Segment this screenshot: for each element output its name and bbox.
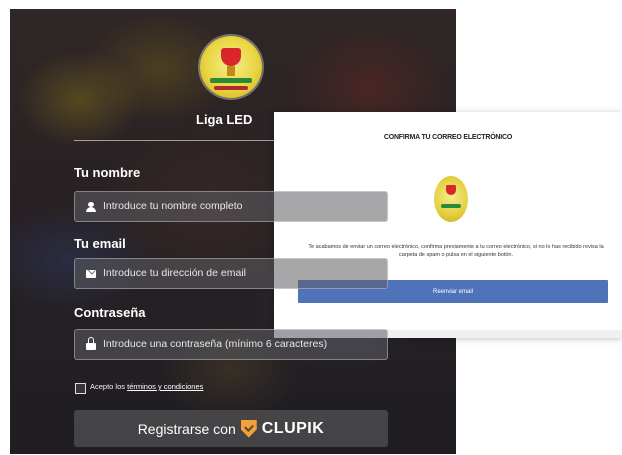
email-field[interactable]: Introduce tu dirección de email [74,258,388,289]
confirm-message: Te acabamos de enviar un correo electrón… [308,244,604,258]
terms-link[interactable]: términos y condiciones [127,382,203,391]
brand-name: Liga LED [196,112,253,127]
terms-text: Acepto los términos y condiciones [90,382,203,391]
clupik-shield-icon [241,420,257,438]
register-clupik-button[interactable]: Registrarse con CLUPIK [74,410,388,447]
name-placeholder: Introduce tu nombre completo [103,200,243,212]
terms-checkbox[interactable] [75,383,86,394]
email-label: Tu email [74,236,126,251]
register-label: Registrarse con [137,420,236,437]
liga-led-logo [200,36,262,98]
liga-led-logo-small [434,176,468,222]
name-label: Tu nombre [74,165,141,180]
clupik-wordmark: CLUPIK [261,419,325,437]
mail-icon [86,270,96,278]
password-label: Contraseña [74,305,146,320]
lock-icon [86,337,96,350]
email-placeholder: Introduce tu dirección de email [103,267,246,279]
terms-prefix: Acepto los [90,382,128,391]
divider [74,140,388,141]
name-field[interactable]: Introduce tu nombre completo [74,191,388,222]
password-placeholder: Introduce una contraseña (mínimo 6 carac… [103,338,328,350]
password-field[interactable]: Introduce una contraseña (mínimo 6 carac… [74,329,388,360]
confirm-email-card: CONFIRMA TU CORREO ELECTRÓNICO Te acabam… [274,112,622,338]
user-icon [86,202,96,212]
